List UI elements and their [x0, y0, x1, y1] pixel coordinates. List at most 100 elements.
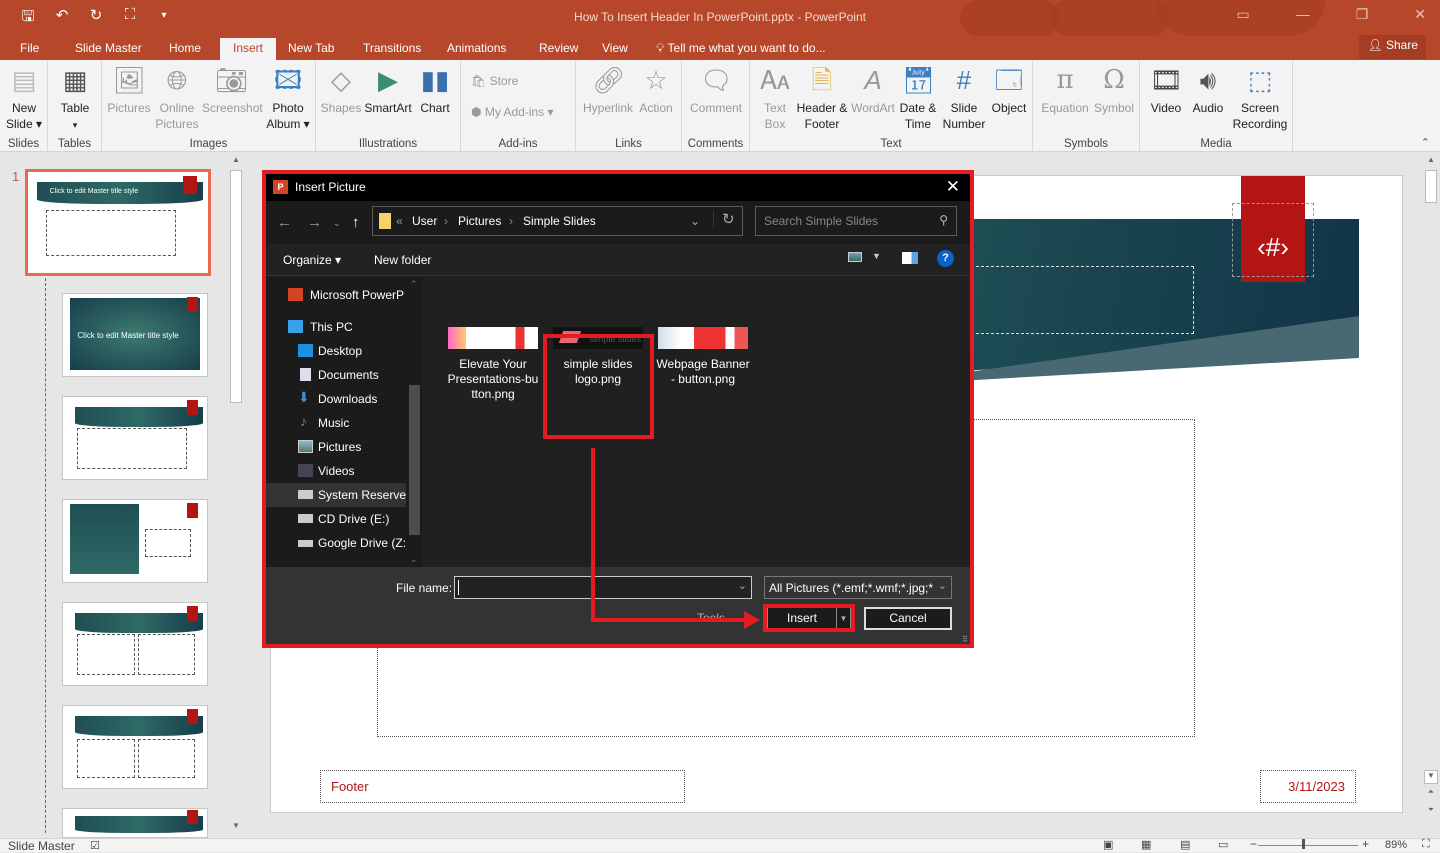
nav-item-powerpoint[interactable]: Microsoft PowerP	[266, 283, 406, 307]
scroll-up-icon[interactable]: ⌃	[410, 279, 418, 290]
pictures-button[interactable]: 🖼︎ Pictures	[106, 64, 152, 116]
video-button[interactable]: 🎞︎ Video	[1146, 64, 1186, 116]
online-pictures-button[interactable]: 🌐︎ Online Pictures	[154, 64, 200, 132]
breadcrumb-overflow[interactable]: «	[396, 214, 403, 228]
thumbnail-scrollbar[interactable]: ▲ ▼	[229, 155, 243, 835]
scroll-up-icon[interactable]: ▲	[229, 155, 243, 169]
comment-button[interactable]: 🗨︎ Comment	[686, 64, 746, 116]
file-type-select[interactable]: All Pictures (*.emf;*.wmf;*.jpg;* ⌄	[764, 576, 952, 599]
tell-me-box[interactable]: 💡︎ Tell me what you want to do...	[651, 38, 826, 60]
tab-review[interactable]: Review	[534, 38, 599, 60]
file-item-selected[interactable]: simple slides simple slides logo.png	[548, 327, 648, 387]
breadcrumb-simple-slides[interactable]: Simple Slides	[523, 214, 596, 228]
tab-new-tab[interactable]: New Tab	[276, 38, 356, 60]
zoom-level[interactable]: 89%	[1385, 839, 1407, 851]
nav-item-this-pc[interactable]: This PC	[266, 315, 406, 339]
nav-item-google-drive[interactable]: Google Drive (Z:)	[266, 531, 406, 555]
minimize-icon[interactable]: —	[1296, 6, 1310, 23]
organize-button[interactable]: Organize ▾	[283, 253, 341, 267]
close-icon[interactable]: ✕	[946, 177, 960, 197]
nav-item-videos[interactable]: Videos	[266, 459, 406, 483]
slideshow-view-icon[interactable]: ▭	[1218, 838, 1228, 851]
restore-icon[interactable]: ❐	[1356, 6, 1369, 23]
reading-view-icon[interactable]: ▤	[1180, 838, 1190, 851]
text-box-button[interactable]: 🗛︎ Text Box	[756, 64, 794, 132]
scroll-down-icon[interactable]: ▼	[229, 821, 243, 835]
nav-item-pictures[interactable]: Pictures	[266, 435, 406, 459]
change-view-icon[interactable]	[848, 252, 862, 262]
search-input[interactable]: Search Simple Slides ⚲	[755, 206, 957, 236]
scroll-thumb[interactable]	[1425, 170, 1437, 203]
insert-dropdown-icon[interactable]: ▼	[836, 608, 850, 629]
accessibility-icon[interactable]: ☑	[90, 839, 100, 852]
table-button[interactable]: ▦ Table ▾	[56, 64, 94, 133]
scroll-down-icon[interactable]: ⌄	[410, 554, 418, 565]
wordart-button[interactable]: A WordArt	[850, 64, 896, 116]
screen-recording-button[interactable]: ⬚ Screen Recording	[1230, 64, 1290, 132]
address-bar[interactable]: « User › Pictures › Simple Slides ⌄ ↻	[372, 206, 743, 236]
nav-pane-scrollbar[interactable]: ⌃ ⌄	[407, 277, 422, 567]
smartart-button[interactable]: ▶︎ SmartArt	[362, 64, 414, 116]
preview-pane-icon[interactable]	[902, 252, 918, 264]
next-slide-icon[interactable]: ⏷	[1424, 805, 1438, 815]
scroll-down-icon[interactable]: ▼	[1424, 770, 1438, 784]
ribbon-display-icon[interactable]: ▭	[1236, 6, 1249, 23]
photo-album-button[interactable]: 🖾 Photo Album ▾	[264, 64, 312, 132]
file-item[interactable]: Elevate Your Presentations-bu tton.png	[443, 327, 543, 402]
date-time-button[interactable]: 📅︎ Date & Time	[896, 64, 940, 132]
date-placeholder[interactable]: 3/11/2023	[1260, 770, 1356, 803]
my-add-ins-button[interactable]: ⬢ My Add-ins ▾	[471, 105, 554, 119]
recent-chevron-icon[interactable]: ⌄	[333, 218, 341, 229]
tab-slide-master[interactable]: Slide Master	[58, 38, 153, 60]
scroll-thumb[interactable]	[230, 170, 242, 403]
header-footer-button[interactable]: 🗎︎ Header & Footer	[794, 64, 850, 132]
zoom-slider[interactable]	[1258, 845, 1358, 846]
address-dropdown-icon[interactable]: ⌄	[690, 214, 700, 228]
thumbnail-layout-section[interactable]	[62, 499, 208, 583]
scroll-up-icon[interactable]: ▲	[1424, 155, 1438, 169]
forward-icon[interactable]: →	[307, 214, 322, 231]
tab-file[interactable]: File	[0, 38, 58, 60]
store-button[interactable]: 🛍︎ Store	[471, 74, 518, 88]
refresh-icon[interactable]: ↻	[713, 210, 735, 228]
shapes-button[interactable]: ◇ Shapes	[320, 64, 362, 116]
insert-button[interactable]: Insert ▼	[767, 607, 851, 630]
fit-slide-icon[interactable]: ⛶	[1422, 838, 1430, 851]
help-icon[interactable]: ?	[937, 250, 954, 267]
share-button[interactable]: 👤︎ Share	[1359, 35, 1426, 59]
breadcrumb-user[interactable]: User	[412, 214, 437, 228]
tab-home[interactable]: Home	[153, 38, 220, 60]
tab-view[interactable]: View	[599, 38, 651, 60]
nav-item-downloads[interactable]: ⬇ Downloads	[266, 387, 406, 411]
close-icon[interactable]: ✕	[1414, 6, 1426, 23]
nav-item-cd-drive[interactable]: CD Drive (E:)	[266, 507, 406, 531]
previous-slide-icon[interactable]: ⏶	[1424, 787, 1438, 797]
view-options-icon[interactable]: ▼	[872, 251, 881, 261]
thumbnail-layout-title-only[interactable]	[62, 808, 208, 838]
file-name-input[interactable]: ⌄	[454, 576, 752, 599]
slide-scrollbar[interactable]: ▲ ▼ ⏶ ⏷	[1424, 155, 1438, 823]
thumbnail-layout-content[interactable]	[62, 396, 208, 480]
nav-item-desktop[interactable]: Desktop	[266, 339, 406, 363]
object-button[interactable]: 🗔︎ Object	[988, 64, 1030, 116]
new-folder-button[interactable]: New folder	[374, 253, 431, 267]
symbol-button[interactable]: Ω Symbol	[1091, 64, 1137, 116]
nav-item-system-reserved[interactable]: System Reserved	[266, 483, 406, 507]
thumbnail-layout-comparison[interactable]	[62, 705, 208, 789]
zoom-out-icon[interactable]: −	[1250, 837, 1257, 851]
tab-transitions[interactable]: Transitions	[356, 38, 444, 60]
new-slide-button[interactable]: ▤ New Slide ▾	[4, 64, 44, 132]
collapse-ribbon-icon[interactable]: ⌃	[1421, 136, 1430, 149]
normal-view-icon[interactable]: ▣	[1103, 838, 1113, 851]
footer-placeholder[interactable]: Footer	[320, 770, 685, 803]
scroll-thumb[interactable]	[409, 385, 420, 535]
nav-item-documents[interactable]: Documents	[266, 363, 406, 387]
equation-button[interactable]: π Equation	[1037, 64, 1093, 116]
breadcrumb-pictures[interactable]: Pictures	[458, 214, 501, 228]
tab-insert[interactable]: Insert	[220, 38, 276, 60]
thumbnail-master[interactable]: Click to edit Master title style	[25, 169, 211, 276]
zoom-slider-thumb[interactable]	[1302, 839, 1305, 849]
slide-number-button[interactable]: # Slide Number	[940, 64, 988, 132]
screenshot-button[interactable]: 📷︎ Screenshot	[202, 64, 263, 116]
thumbnail-layout-title[interactable]: Click to edit Master title style	[62, 293, 208, 377]
